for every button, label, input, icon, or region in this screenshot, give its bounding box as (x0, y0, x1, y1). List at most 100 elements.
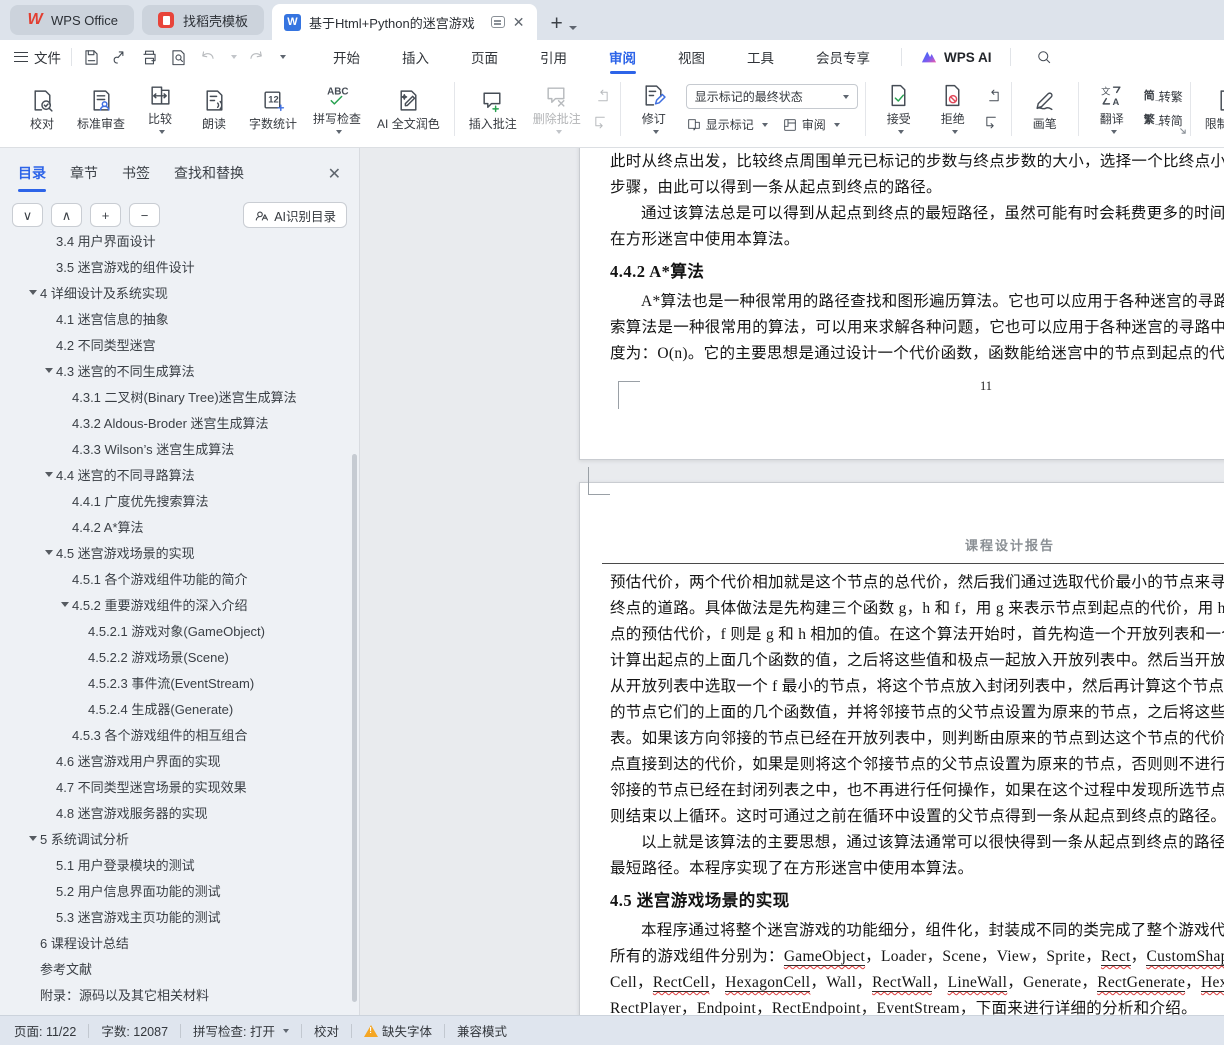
status-page-indicator[interactable]: 页面: 11/22 (14, 1021, 76, 1040)
tab-close-icon[interactable]: ✕ (513, 15, 525, 29)
toc-item[interactable]: 4.7 不同类型迷宫场景的实现效果 (0, 773, 359, 799)
previous-comment-icon[interactable] (593, 88, 610, 105)
tab-wps-office[interactable]: W WPS Office (10, 5, 134, 35)
word-count-button[interactable]: 12 字数统计 (242, 85, 304, 133)
status-proofread[interactable]: 校对 (314, 1021, 339, 1040)
toc-item[interactable]: 5 系统调试分析 (0, 825, 359, 851)
toc-item[interactable]: 4.4.2 A*算法 (0, 513, 359, 539)
toc-item[interactable]: 4.5.2.2 游戏场景(Scene) (0, 643, 359, 669)
toc-next-button[interactable]: ∨ (12, 203, 43, 227)
read-aloud-button[interactable]: 朗读 (188, 85, 240, 133)
undo-caret-icon[interactable] (231, 55, 237, 59)
document-page-11[interactable]: 此时从终点出发，比较终点周围单元已标记的步数与终点步数的大小，选择一个比终点小的… (579, 148, 1224, 460)
pen-button[interactable]: 画笔 (1019, 85, 1071, 133)
proofread-button[interactable]: 校对 (16, 85, 68, 133)
sidebar-tab-find-replace[interactable]: 查找和替换 (174, 163, 244, 192)
toc-item[interactable]: 3.5 迷宫游戏的组件设计 (0, 253, 359, 279)
insert-comment-button[interactable]: 插入批注 (462, 85, 524, 133)
collapse-arrow-icon[interactable] (42, 471, 56, 477)
show-markup-button[interactable]: 显示标记 (686, 116, 768, 133)
toc-collapse-button[interactable]: − (129, 203, 160, 227)
search-icon[interactable] (1035, 48, 1053, 66)
menu-view[interactable]: 视图 (657, 40, 726, 74)
sidebar-close-icon[interactable]: ✕ (328, 164, 341, 192)
print-preview-icon[interactable] (169, 48, 188, 67)
tab-docer-templates[interactable]: 找稻壳模板 (141, 5, 264, 35)
menu-insert[interactable]: 插入 (381, 40, 450, 74)
collapse-arrow-icon[interactable] (42, 549, 56, 555)
toc-item[interactable]: 4.3.1 二叉树(Binary Tree)迷宫生成算法 (0, 383, 359, 409)
toc-item[interactable]: 6 课程设计总结 (0, 929, 359, 955)
print-icon[interactable] (140, 48, 159, 67)
status-compatibility-mode[interactable]: 兼容模式 (457, 1021, 507, 1040)
toc-item[interactable]: 4.1 迷宫信息的抽象 (0, 305, 359, 331)
toc-item[interactable]: 4.4 迷宫的不同寻路算法 (0, 461, 359, 487)
undo-icon[interactable] (198, 48, 217, 67)
previous-change-icon[interactable] (984, 88, 1001, 105)
new-tab-button[interactable]: + (551, 13, 563, 34)
export-icon[interactable] (111, 48, 130, 67)
menu-reference[interactable]: 引用 (519, 40, 588, 74)
menu-tools[interactable]: 工具 (726, 40, 795, 74)
sidebar-tab-bookmarks[interactable]: 书签 (122, 163, 150, 192)
tab-document-active[interactable]: W 基于Html+Python的迷宫游戏 ✕ (271, 4, 537, 40)
ai-recognize-toc-button[interactable]: AI识别目录 (243, 202, 347, 228)
document-page-12[interactable]: 课程设计报告 预估代价，两个代价相加就是这个节点的总代价，然后我们通过选取代价最… (579, 467, 1224, 1015)
toc-item[interactable]: 4 详细设计及系统实现 (0, 279, 359, 305)
menu-home[interactable]: 开始 (312, 40, 381, 74)
spell-check-button[interactable]: ABC 拼写检查 (306, 80, 368, 137)
standard-review-button[interactable]: 标准审查 (70, 85, 132, 133)
redo-icon[interactable] (247, 48, 266, 67)
review-pane-button[interactable]: 审阅 (782, 116, 840, 133)
sidebar-tab-contents[interactable]: 目录 (18, 163, 46, 192)
toc-item[interactable]: 4.5.2.4 生成器(Generate) (0, 695, 359, 721)
translate-button[interactable]: 文A 翻译 (1086, 80, 1138, 137)
collapse-arrow-icon[interactable] (26, 835, 40, 841)
toc-item[interactable]: 4.4.1 广度优先搜索算法 (0, 487, 359, 513)
menu-member[interactable]: 会员专享 (795, 40, 891, 74)
reject-change-button[interactable]: 拒绝 (927, 80, 979, 137)
sidebar-scrollbar[interactable] (352, 454, 357, 1002)
status-word-count[interactable]: 字数: 12087 (101, 1021, 168, 1040)
toc-item[interactable]: 5.3 迷宫游戏主页功能的测试 (0, 903, 359, 929)
track-changes-button[interactable]: 修订 (628, 80, 680, 137)
toc-item[interactable]: 4.3.2 Aldous-Broder 迷宫生成算法 (0, 409, 359, 435)
toc-item[interactable]: 4.6 迷宫游戏用户界面的实现 (0, 747, 359, 773)
toc-item[interactable]: 4.2 不同类型迷宫 (0, 331, 359, 357)
toc-item[interactable]: 5.2 用户信息界面功能的测试 (0, 877, 359, 903)
toc-item[interactable]: 3.4 用户界面设计 (0, 234, 359, 253)
toc-item[interactable]: 4.3 迷宫的不同生成算法 (0, 357, 359, 383)
to-traditional-button[interactable]: 简 → 转繁 (1144, 88, 1183, 105)
toc-item[interactable]: 4.8 迷宫游戏服务器的实现 (0, 799, 359, 825)
delete-comment-button[interactable]: 删除批注 (526, 80, 588, 137)
toc-expand-button[interactable]: + (90, 203, 121, 227)
toc-item[interactable]: 4.5 迷宫游戏场景的实现 (0, 539, 359, 565)
status-spell-check[interactable]: 拼写检查: 打开 (193, 1021, 289, 1040)
restrict-editing-button[interactable]: 限制编辑 (1198, 85, 1224, 133)
toc-item[interactable]: 附录：源码以及其它相关材料 (0, 981, 359, 1007)
next-comment-icon[interactable] (593, 113, 610, 130)
status-missing-font[interactable]: 缺失字体 (364, 1021, 432, 1040)
group-launcher-icon[interactable] (1178, 122, 1187, 140)
wps-ai-button[interactable]: WPS AI (912, 49, 1000, 65)
toc-item[interactable]: 5.1 用户登录模块的测试 (0, 851, 359, 877)
accept-change-button[interactable]: 接受 (873, 80, 925, 137)
tab-list-caret-icon[interactable] (568, 26, 577, 30)
qat-more-caret-icon[interactable] (280, 55, 286, 59)
tab-preview-icon[interactable] (490, 16, 505, 28)
menu-page[interactable]: 页面 (450, 40, 519, 74)
markup-state-select[interactable]: 显示标记的最终状态 (685, 84, 858, 109)
collapse-arrow-icon[interactable] (42, 367, 56, 373)
next-change-icon[interactable] (984, 113, 1001, 130)
file-menu-button[interactable]: 文件 (14, 47, 61, 67)
menu-review[interactable]: 审阅 (588, 40, 657, 74)
collapse-arrow-icon[interactable] (26, 289, 40, 295)
toc-item[interactable]: 4.5.2.3 事件流(EventStream) (0, 669, 359, 695)
toc-item[interactable]: 4.5.1 各个游戏组件功能的简介 (0, 565, 359, 591)
collapse-arrow-icon[interactable] (58, 601, 72, 607)
ai-polish-button[interactable]: AI 全文润色 (370, 85, 447, 133)
compare-button[interactable]: 比较 (134, 80, 186, 137)
save-icon[interactable] (82, 48, 101, 67)
toc-item[interactable]: 4.5.3 各个游戏组件的相互组合 (0, 721, 359, 747)
toc-item[interactable]: 4.5.2.1 游戏对象(GameObject) (0, 617, 359, 643)
